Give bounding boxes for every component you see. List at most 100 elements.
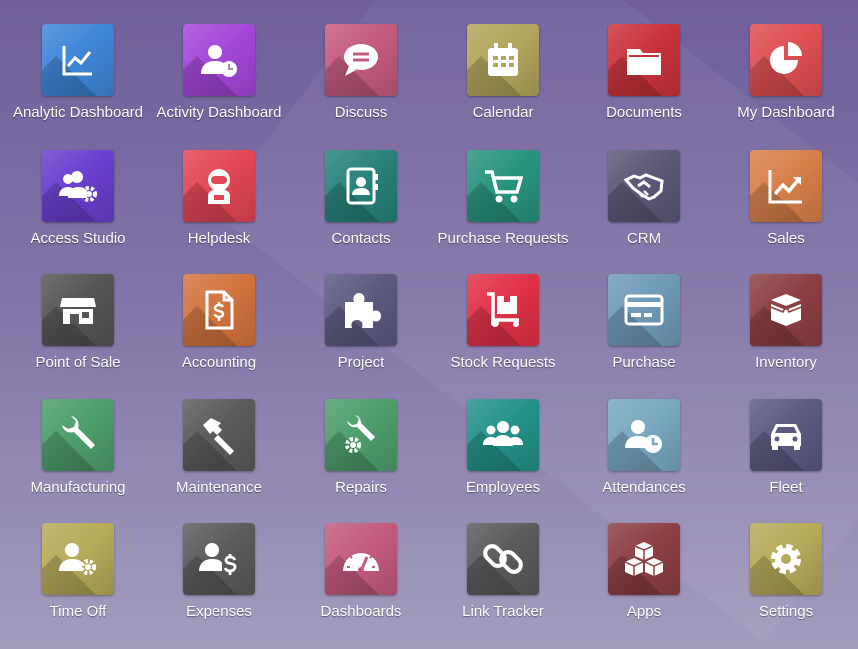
app-expenses[interactable]: Expenses xyxy=(149,499,289,620)
app-tile xyxy=(608,24,680,96)
app-fleet[interactable]: Fleet xyxy=(716,375,856,496)
app-accounting[interactable]: Accounting xyxy=(149,250,289,371)
trend-chart-icon xyxy=(768,170,802,204)
app-tile xyxy=(608,274,680,346)
folder-icon xyxy=(627,49,661,75)
user-clock-icon xyxy=(201,45,237,77)
user-clock-icon xyxy=(625,420,662,453)
app-tile xyxy=(608,523,680,595)
app-label: Time Off xyxy=(49,603,107,620)
app-tile xyxy=(467,523,539,595)
app-attendances[interactable]: Attendances xyxy=(574,375,714,496)
app-helpdesk[interactable]: Helpdesk xyxy=(149,126,289,247)
gauge-icon xyxy=(343,549,379,573)
invoice-dollar-icon xyxy=(205,290,234,330)
link-icon xyxy=(483,544,523,574)
app-access-studio[interactable]: Access Studio xyxy=(8,126,148,247)
app-contacts[interactable]: Contacts xyxy=(291,126,431,247)
app-label: Apps xyxy=(626,603,662,620)
hammer-icon xyxy=(203,418,234,455)
app-documents[interactable]: Documents xyxy=(574,0,714,121)
app-tile xyxy=(325,399,397,471)
app-project[interactable]: Project xyxy=(291,250,431,371)
app-label: Analytic Dashboard xyxy=(12,104,144,121)
users-gear-icon xyxy=(59,171,97,202)
app-repairs[interactable]: Repairs xyxy=(291,375,431,496)
app-label: Sales xyxy=(767,230,805,247)
app-time-off[interactable]: Time Off xyxy=(8,499,148,620)
app-apps[interactable]: Apps xyxy=(574,499,714,620)
app-label: Calendar xyxy=(472,104,534,121)
line-chart-icon xyxy=(62,46,92,76)
app-tile xyxy=(467,24,539,96)
app-dashboards[interactable]: Dashboards xyxy=(291,499,431,620)
astronaut-icon xyxy=(208,169,230,204)
app-tile xyxy=(467,399,539,471)
app-tile xyxy=(750,24,822,96)
app-crm[interactable]: CRM xyxy=(574,126,714,247)
calendar-icon xyxy=(488,43,518,76)
app-tile xyxy=(750,150,822,222)
app-label: Manufacturing xyxy=(30,479,126,496)
app-label: Purchase Requests xyxy=(437,230,569,247)
cubes-icon xyxy=(624,542,664,576)
app-tile xyxy=(325,523,397,595)
app-label: Contacts xyxy=(331,230,391,247)
app-tile xyxy=(183,150,255,222)
app-tile xyxy=(42,150,114,222)
app-label: Discuss xyxy=(334,104,388,121)
app-label: Dashboards xyxy=(320,603,402,620)
app-sales[interactable]: Sales xyxy=(716,126,856,247)
app-label: Documents xyxy=(606,104,682,121)
app-calendar[interactable]: Calendar xyxy=(433,0,573,121)
app-tile xyxy=(42,399,114,471)
app-link-tracker[interactable]: Link Tracker xyxy=(433,499,573,620)
app-analytic-dashboard[interactable]: Analytic Dashboard xyxy=(8,0,148,121)
app-label: Project xyxy=(337,354,385,371)
car-icon xyxy=(771,424,801,450)
app-label: Stock Requests xyxy=(450,354,556,371)
shopping-cart-icon xyxy=(485,170,523,203)
app-tile xyxy=(750,399,822,471)
app-tile xyxy=(467,150,539,222)
app-activity-dashboard[interactable]: Activity Dashboard xyxy=(149,0,289,121)
open-box-icon xyxy=(766,294,806,326)
store-icon xyxy=(60,298,96,324)
app-tile xyxy=(183,24,255,96)
app-label: My Dashboard xyxy=(737,104,835,121)
app-purchase-requests[interactable]: Purchase Requests xyxy=(433,126,573,247)
dolly-icon xyxy=(487,292,519,327)
app-label: Accounting xyxy=(181,354,257,371)
app-grid: Analytic Dashboard Activity Dashboard Di… xyxy=(0,0,858,649)
app-tile xyxy=(750,274,822,346)
app-label: Settings xyxy=(758,603,814,620)
app-tile xyxy=(183,399,255,471)
gear-icon xyxy=(771,544,801,574)
user-gear-icon xyxy=(59,543,96,575)
wrench-gear-icon xyxy=(345,415,375,453)
app-tile xyxy=(608,399,680,471)
app-label: Link Tracker xyxy=(462,603,544,620)
app-inventory[interactable]: Inventory xyxy=(716,250,856,371)
pie-chart-icon xyxy=(770,42,802,74)
app-manufacturing[interactable]: Manufacturing xyxy=(8,375,148,496)
app-maintenance[interactable]: Maintenance xyxy=(149,375,289,496)
app-discuss[interactable]: Discuss xyxy=(291,0,431,121)
app-label: Maintenance xyxy=(176,479,262,496)
app-employees[interactable]: Employees xyxy=(433,375,573,496)
handshake-icon xyxy=(624,173,664,201)
app-label: Access Studio xyxy=(30,230,126,247)
app-label: CRM xyxy=(626,230,662,247)
app-tile xyxy=(608,150,680,222)
app-settings[interactable]: Settings xyxy=(716,499,856,620)
app-point-of-sale[interactable]: Point of Sale xyxy=(8,250,148,371)
puzzle-icon xyxy=(345,293,381,328)
app-label: Attendances xyxy=(602,479,686,496)
app-label: Repairs xyxy=(335,479,387,496)
app-label: Inventory xyxy=(755,354,817,371)
app-tile xyxy=(325,24,397,96)
app-my-dashboard[interactable]: My Dashboard xyxy=(716,0,856,121)
user-dollar-icon xyxy=(199,543,237,575)
app-purchase[interactable]: Purchase xyxy=(574,250,714,371)
app-stock-requests[interactable]: Stock Requests xyxy=(433,250,573,371)
